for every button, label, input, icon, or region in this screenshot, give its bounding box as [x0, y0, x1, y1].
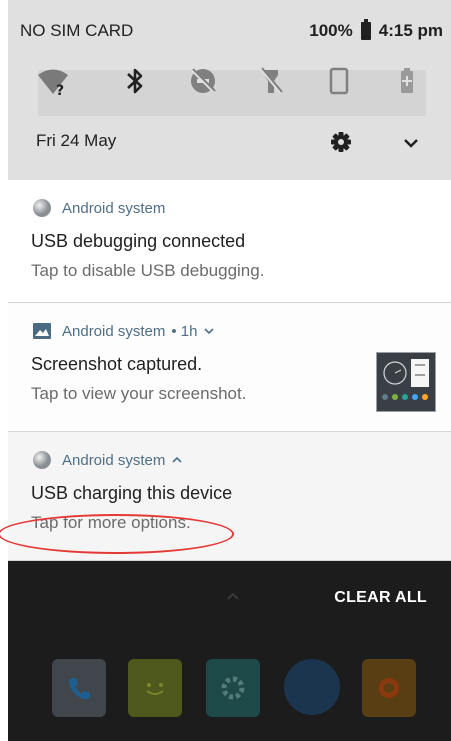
- notification-usb-debugging[interactable]: Android system USB debugging connected T…: [8, 180, 451, 303]
- notification-time: • 1h: [171, 322, 198, 340]
- camera-app-icon: [362, 659, 416, 717]
- notification-shade: NO SIM CARD 100% 4:15 pm ? Fri 24 May An…: [8, 0, 451, 741]
- app-name: Android system: [62, 322, 166, 340]
- auto-rotate-icon[interactable]: [322, 64, 356, 98]
- do-not-disturb-off-icon[interactable]: [186, 64, 220, 98]
- flashlight-off-icon[interactable]: [254, 64, 288, 98]
- settings-app-icon: [206, 659, 260, 717]
- date-text: Fri 24 May: [36, 131, 117, 150]
- clear-all-button[interactable]: CLEAR ALL: [334, 589, 427, 607]
- clock: 4:15 pm: [378, 21, 443, 40]
- quick-settings-tiles: ?: [36, 64, 431, 104]
- status-right: 100% 4:15 pm: [309, 19, 443, 41]
- settings-gear-icon[interactable]: [330, 131, 352, 153]
- notification-header: Android system: [32, 198, 165, 218]
- svg-text:?: ?: [56, 83, 64, 96]
- notification-screenshot[interactable]: Android system • 1h Screenshot captured.…: [8, 303, 451, 432]
- phone-app-icon: [52, 659, 106, 717]
- up-caret-icon: [223, 586, 243, 606]
- clear-all-row: CLEAR ALL: [8, 561, 451, 641]
- battery-saver-icon[interactable]: [390, 64, 424, 98]
- bluetooth-icon[interactable]: [118, 64, 152, 98]
- carrier-text: NO SIM CARD: [20, 21, 134, 40]
- battery-percent: 100%: [309, 21, 353, 40]
- messaging-app-icon: [128, 659, 182, 717]
- app-name: Android system: [62, 199, 166, 217]
- notification-title: USB debugging connected: [31, 231, 246, 251]
- notification-title: USB charging this device: [31, 483, 233, 503]
- screenshot-thumbnail: [376, 352, 436, 412]
- notification-header: Android system: [32, 450, 183, 470]
- quick-settings-header: NO SIM CARD 100% 4:15 pm ? Fri 24 May: [8, 0, 451, 180]
- notification-title: Screenshot captured.: [31, 354, 203, 374]
- android-system-icon: [32, 198, 52, 218]
- home-dock: [8, 641, 451, 741]
- expand-chevron-icon[interactable]: [400, 132, 422, 154]
- notification-text: Tap to view your screenshot.: [31, 384, 247, 403]
- expand-chevron-icon[interactable]: [203, 325, 215, 337]
- wifi-unknown-icon[interactable]: ?: [36, 64, 70, 98]
- app-name: Android system: [62, 451, 166, 469]
- android-system-icon: [32, 450, 52, 470]
- browser-app-icon: [284, 659, 340, 715]
- notification-header: Android system • 1h: [32, 321, 215, 341]
- highlight-annotation: [0, 514, 234, 554]
- battery-icon: [360, 19, 371, 40]
- notification-text: Tap to disable USB debugging.: [31, 261, 265, 280]
- collapse-chevron-icon[interactable]: [171, 454, 183, 466]
- image-icon: [32, 321, 52, 341]
